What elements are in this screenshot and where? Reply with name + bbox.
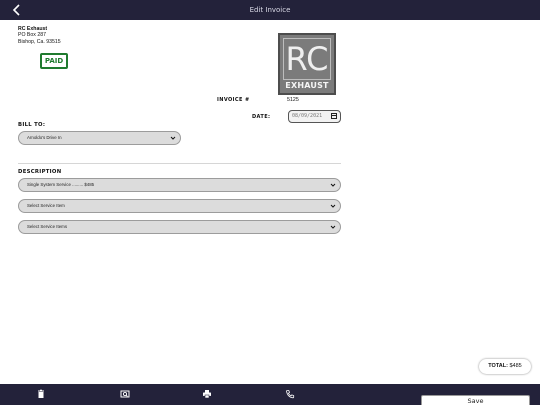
logo-initials: RC [283, 38, 331, 80]
total-badge: TOTAL: $485 [479, 359, 531, 374]
service-item-select-1[interactable]: Single System Service ......... $485 [18, 178, 341, 192]
service-item-select-2[interactable]: Select Service Item [18, 199, 341, 213]
chevron-down-icon [330, 183, 336, 187]
section-divider [18, 163, 341, 164]
logo-word: EXHAUST [285, 81, 329, 90]
chevron-down-icon [330, 204, 336, 208]
bill-to-label: BILL TO: [18, 122, 46, 128]
company-info: RC Exhaust PO Box 287 Bishop, Ca. 93515 [18, 26, 61, 45]
bill-to-select[interactable]: Arnoldo's Drive In [18, 131, 181, 145]
phone-icon[interactable] [285, 389, 295, 399]
chevron-down-icon [170, 136, 176, 140]
service-item-1-value: Single System Service ......... $485 [27, 182, 95, 187]
invoice-number-label: INVOICE # [217, 97, 250, 103]
service-item-select-3[interactable]: Select Service Items [18, 220, 341, 234]
total-value: $485 [509, 363, 522, 369]
page-title: Edit Invoice [249, 6, 291, 14]
trash-icon[interactable] [36, 389, 46, 399]
date-label: DATE: [252, 114, 271, 120]
company-address-line-2: Bishop, Ca. 93515 [18, 38, 61, 45]
bill-to-selected-value: Arnoldo's Drive In [27, 135, 62, 140]
service-item-2-value: Select Service Item [27, 203, 65, 208]
date-input[interactable]: 08/09/2021 [288, 110, 341, 123]
invoice-number: 5125 [287, 97, 299, 103]
print-icon[interactable] [202, 389, 212, 399]
save-button[interactable]: Save [421, 395, 530, 405]
calendar-icon[interactable] [331, 113, 337, 119]
preview-icon[interactable] [120, 389, 130, 399]
description-label: DESCRIPTION [18, 169, 62, 175]
top-navigation-bar: Edit Invoice [0, 0, 540, 20]
company-logo: RC EXHAUST [278, 33, 336, 95]
service-item-3-value: Select Service Items [27, 224, 68, 229]
chevron-down-icon [330, 225, 336, 229]
paid-status-badge: PAID [40, 53, 68, 69]
total-label: TOTAL: [488, 363, 508, 369]
date-value: 08/09/2021 [292, 113, 323, 119]
